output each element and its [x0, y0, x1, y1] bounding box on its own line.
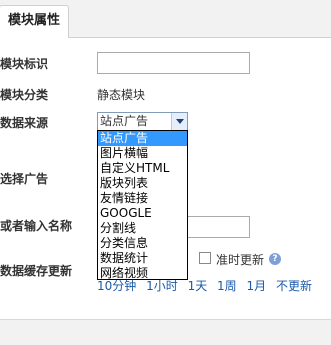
dropdown-option[interactable]: 数据统计 — [98, 251, 187, 266]
tab-bar: 模块属性 — [0, 0, 331, 38]
data-source-selected: 站点广告 — [100, 114, 149, 128]
module-id-label: 模块标识 — [0, 57, 49, 71]
select-ad-label: 选择广告 — [0, 172, 49, 186]
cache-interval-link[interactable]: 1天 — [188, 279, 208, 293]
cache-interval-link[interactable]: 1小时 — [146, 279, 178, 293]
chevron-down-icon[interactable] — [171, 113, 187, 130]
dropdown-option[interactable]: 版块列表 — [98, 176, 187, 191]
module-id-input[interactable] — [97, 52, 250, 74]
help-icon[interactable]: ? — [269, 253, 281, 265]
on-time-update-label: 准时更新 — [216, 253, 265, 267]
module-category-value: 静态模块 — [97, 88, 146, 102]
cache-interval-link[interactable]: 10分钟 — [97, 279, 136, 293]
or-input-name-field[interactable] — [180, 216, 250, 238]
tab-module-properties[interactable]: 模块属性 — [0, 5, 69, 38]
module-category-label: 模块分类 — [0, 88, 49, 102]
cache-interval-link[interactable]: 不更新 — [276, 279, 312, 293]
dropdown-option[interactable]: GOOGLE — [98, 206, 187, 221]
dropdown-option[interactable]: 自定义HTML — [98, 161, 187, 176]
dropdown-option[interactable]: 站点广告 — [98, 131, 187, 146]
dropdown-option[interactable]: 图片横幅 — [98, 146, 187, 161]
cache-interval-link[interactable]: 1月 — [247, 279, 267, 293]
data-source-dropdown: 站点广告 图片横幅 自定义HTML 版块列表 友情链接 GOOGLE 分割线 分… — [97, 130, 188, 280]
dropdown-option[interactable]: 分割线 — [98, 221, 187, 236]
dropdown-option[interactable]: 分类信息 — [98, 236, 187, 251]
dropdown-option[interactable]: 友情链接 — [98, 191, 187, 206]
data-source-select[interactable]: 站点广告 — [97, 112, 188, 131]
cache-update-label: 数据缓存更新 — [0, 264, 73, 278]
on-time-update-checkbox[interactable] — [199, 252, 211, 264]
cache-interval-link[interactable]: 1周 — [217, 279, 237, 293]
bottom-bar — [0, 319, 331, 345]
data-source-label: 数据来源 — [0, 116, 49, 130]
or-input-name-label: 或者输入名称 — [0, 219, 73, 233]
dropdown-option[interactable]: 网络视频 — [98, 266, 187, 281]
